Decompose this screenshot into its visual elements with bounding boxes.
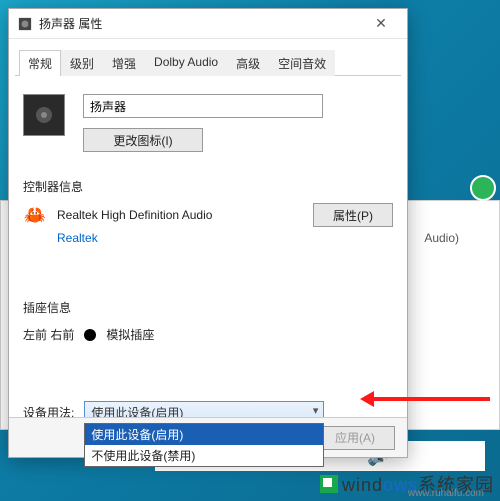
titlebar: 扬声器 属性 ✕ [9,9,407,39]
usage-option-disable[interactable]: 不使用此设备(禁用) [85,445,323,466]
device-usage-dropdown: 使用此设备(启用) 不使用此设备(禁用) [84,423,324,467]
tab-advanced[interactable]: 高级 [227,50,269,76]
speaker-icon [17,16,33,32]
tab-levels[interactable]: 级别 [61,50,103,76]
apply-button[interactable]: 应用(A) [315,426,395,450]
tab-dolby[interactable]: Dolby Audio [145,50,227,76]
change-icon-button[interactable]: 更改图标(I) [83,128,203,152]
controller-properties-button[interactable]: 属性(P) [313,203,393,227]
watermark: windows系统家园 www.ruhaifu.com [320,471,494,497]
controller-name: Realtek High Definition Audio [57,208,303,222]
watermark-url: www.ruhaifu.com [408,488,484,499]
vendor-link[interactable]: Realtek [57,231,98,245]
close-button[interactable]: ✕ [361,10,401,38]
status-badge [470,175,496,201]
device-name-input[interactable] [83,94,323,118]
background-device-text: Audio) [424,231,459,245]
windows-logo-icon [320,475,338,493]
usage-option-enable[interactable]: 使用此设备(启用) [85,424,323,445]
jack-position: 左前 右前 [23,326,74,343]
tab-bar: 常规 级别 增强 Dolby Audio 高级 空间音效 [15,45,401,76]
jack-section-label: 插座信息 [23,299,393,316]
tab-general[interactable]: 常规 [19,50,61,76]
tab-spatial[interactable]: 空间音效 [269,50,335,76]
speaker-properties-dialog: 扬声器 属性 ✕ 常规 级别 增强 Dolby Audio 高级 空间音效 更改… [8,8,408,458]
window-title: 扬声器 属性 [39,15,361,32]
tab-content-general: 更改图标(I) 控制器信息 🦀 Realtek High Definition … [9,76,407,423]
jack-color-dot [84,329,96,341]
jack-type: 模拟插座 [106,326,154,343]
device-large-icon[interactable] [23,94,65,136]
realtek-crab-icon: 🦀 [23,203,47,227]
tab-enhance[interactable]: 增强 [103,50,145,76]
controller-section-label: 控制器信息 [23,178,393,195]
close-icon: ✕ [375,15,387,32]
